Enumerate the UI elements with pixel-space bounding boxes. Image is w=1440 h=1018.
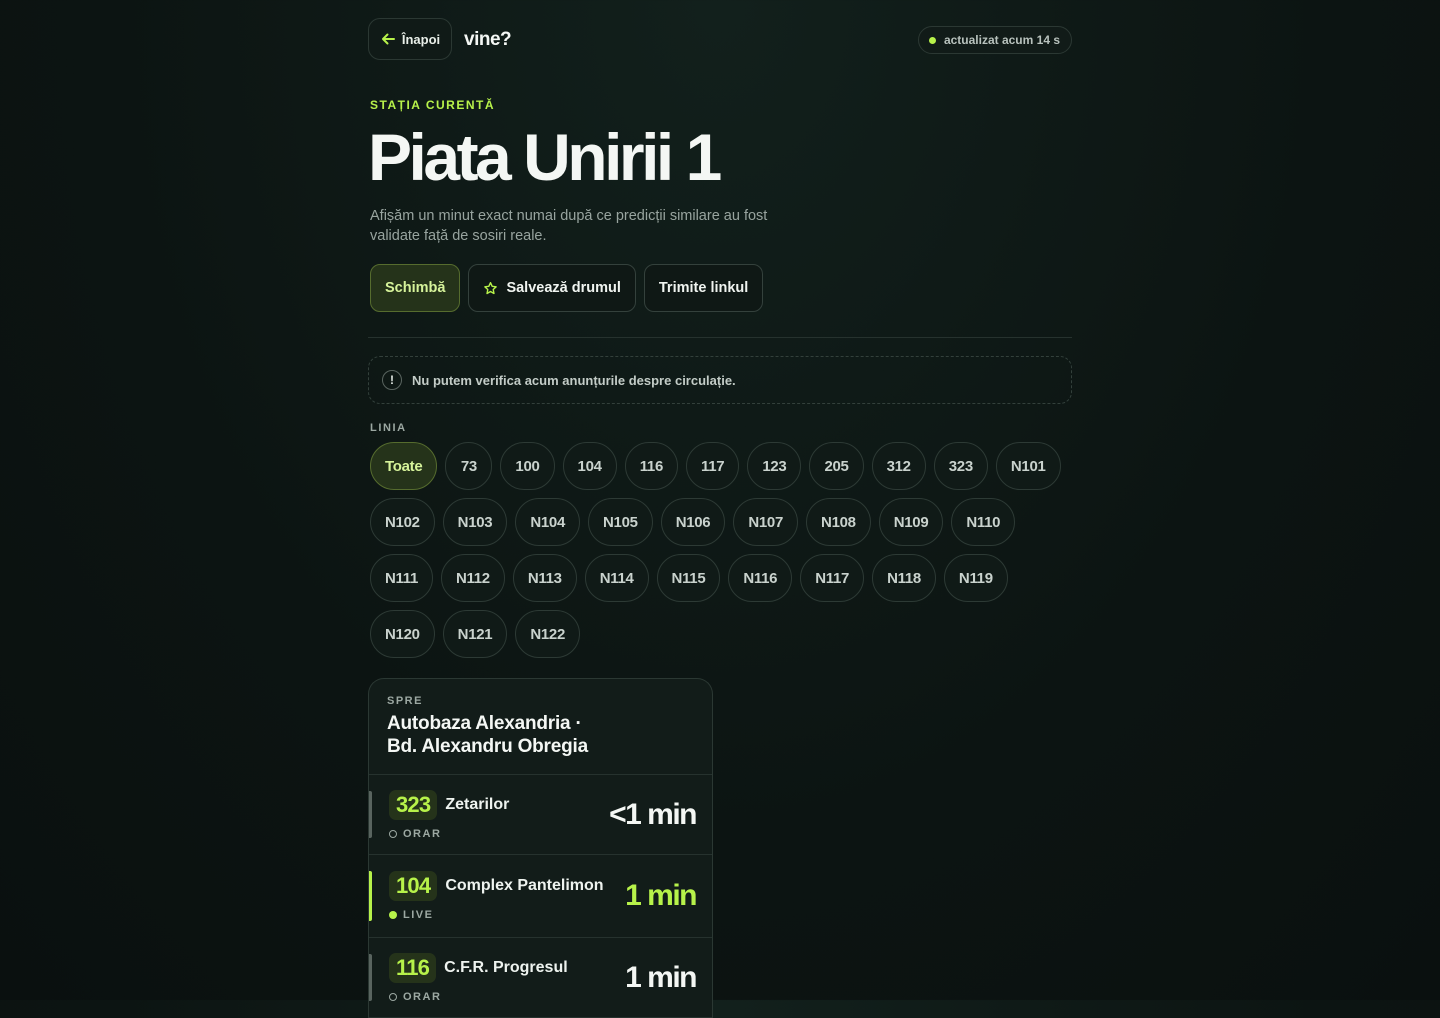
live-dot-icon bbox=[389, 911, 397, 919]
direction-eyebrow: SPRE bbox=[387, 695, 423, 707]
back-button[interactable]: Înapoi bbox=[368, 18, 452, 60]
station-description: Afișăm un minut exact numai după ce pred… bbox=[370, 208, 768, 244]
line-chip[interactable]: N108 bbox=[806, 498, 871, 546]
app-logo: vine? bbox=[464, 29, 512, 50]
share-link-button[interactable]: Trimite linkul bbox=[643, 264, 764, 312]
save-route-label: Salvează drumul bbox=[506, 280, 621, 296]
divider bbox=[368, 337, 1072, 338]
arrival-route: 104 Complex Pantelimon bbox=[389, 871, 604, 901]
line-chip[interactable]: N120 bbox=[370, 610, 435, 658]
direction-title: Autobaza Alexandria · Bd. Alexandru Obre… bbox=[387, 712, 694, 758]
star-icon bbox=[484, 281, 498, 294]
arrival-eta: 1 min bbox=[625, 879, 697, 912]
line-chip[interactable]: N112 bbox=[441, 554, 505, 602]
update-status-text: actualizat acum 14 s bbox=[943, 33, 1060, 47]
arrival-row[interactable]: 104 Complex Pantelimon LIVE 1 min bbox=[369, 855, 712, 938]
change-station-label: Schimbă bbox=[385, 280, 446, 296]
arrival-row[interactable]: 116 C.F.R. Progresul ORAR 1 min bbox=[369, 938, 712, 1018]
line-badge: 104 bbox=[389, 871, 438, 901]
line-chip[interactable]: N121 bbox=[442, 610, 508, 658]
line-chip[interactable]: N119 bbox=[943, 554, 1008, 602]
arrival-list: 323 Zetarilor ORAR <1 min 104 Complex Panteli… bbox=[369, 775, 712, 1018]
update-status-badge: actualizat acum 14 s bbox=[917, 26, 1072, 54]
arrivals-card: SPRE Autobaza Alexandria · Bd. Alexandru… bbox=[368, 678, 713, 1018]
line-chip[interactable]: N103 bbox=[442, 498, 508, 546]
change-station-button[interactable]: Schimbă bbox=[370, 264, 461, 312]
arrival-destination: Complex Pantelimon bbox=[445, 877, 604, 894]
line-badge: 323 bbox=[389, 789, 438, 820]
arrival-indicator-bar bbox=[369, 871, 372, 921]
page: Înapoi vine? actualizat acum 14 s STAȚIA… bbox=[368, 0, 1072, 1018]
line-chip[interactable]: 123 bbox=[747, 442, 802, 490]
arrival-source-label: LIVE bbox=[403, 909, 434, 921]
arrow-left-icon bbox=[381, 33, 395, 45]
arrival-info: 104 Complex Pantelimon LIVE bbox=[389, 871, 604, 921]
direction-title-line: Autobaza Alexandria · bbox=[387, 713, 582, 734]
line-chip[interactable]: 73 bbox=[445, 442, 493, 490]
share-link-label: Trimite linkul bbox=[658, 280, 749, 296]
line-chip[interactable]: N104 bbox=[515, 498, 581, 546]
line-chip[interactable]: N105 bbox=[588, 498, 653, 546]
service-notice: ! Nu putem verifica acum anunțurile desp… bbox=[368, 356, 1072, 404]
arrival-row[interactable]: 323 Zetarilor ORAR <1 min bbox=[369, 775, 712, 855]
line-chip[interactable]: N101 bbox=[995, 442, 1061, 490]
line-chip[interactable]: 205 bbox=[809, 442, 864, 490]
line-badge: 116 bbox=[389, 952, 437, 983]
arrival-route: 116 C.F.R. Progresul bbox=[389, 952, 568, 983]
line-chip[interactable]: N106 bbox=[660, 498, 726, 546]
arrival-indicator-bar bbox=[369, 791, 372, 838]
station-actions: Schimbă Salvează drumul Trimite linkul bbox=[370, 264, 1072, 312]
line-chip[interactable]: N107 bbox=[733, 498, 799, 546]
arrival-indicator-bar bbox=[369, 954, 372, 1001]
line-chip[interactable]: 323 bbox=[933, 442, 988, 490]
card-header: SPRE Autobaza Alexandria · Bd. Alexandru… bbox=[369, 679, 712, 775]
arrival-source: ORAR bbox=[389, 828, 509, 840]
arrival-route: 323 Zetarilor bbox=[389, 789, 510, 820]
station-title: Piata Unirii 1 bbox=[368, 120, 722, 194]
line-filter-chips: Toate 73 100 104 116 117 123 205 312 323 N101 N102 N… bbox=[370, 442, 1074, 658]
line-chip[interactable]: N109 bbox=[878, 498, 944, 546]
arrival-info: 116 C.F.R. Progresul ORAR bbox=[389, 952, 568, 1003]
line-chip[interactable]: N122 bbox=[515, 610, 581, 658]
line-chip[interactable]: N117 bbox=[800, 554, 865, 602]
arrival-destination: C.F.R. Progresul bbox=[444, 958, 568, 976]
line-chip[interactable]: N102 bbox=[370, 498, 435, 546]
line-chip[interactable]: N116 bbox=[728, 554, 793, 602]
schedule-ring-icon bbox=[389, 829, 397, 838]
arrival-info: 323 Zetarilor ORAR bbox=[389, 789, 510, 840]
line-chip[interactable]: Toate bbox=[370, 442, 438, 490]
save-route-button[interactable]: Salvează drumul bbox=[468, 264, 636, 312]
station-eyebrow: STAȚIA CURENTĂ bbox=[370, 98, 495, 112]
alert-icon: ! bbox=[382, 370, 402, 390]
arrival-source-label: ORAR bbox=[403, 990, 442, 1003]
line-chip[interactable]: N113 bbox=[512, 554, 577, 602]
line-chip[interactable]: N118 bbox=[872, 554, 936, 602]
top-bar: Înapoi vine? actualizat acum 14 s bbox=[368, 0, 1072, 88]
status-dot-icon bbox=[928, 36, 936, 44]
line-chip[interactable]: N114 bbox=[584, 554, 649, 602]
line-chip[interactable]: 100 bbox=[500, 442, 555, 490]
line-chip[interactable]: N110 bbox=[951, 498, 1016, 546]
line-chip[interactable]: N111 bbox=[370, 554, 434, 602]
arrival-source: ORAR bbox=[389, 991, 568, 1003]
arrival-source: LIVE bbox=[389, 909, 604, 921]
back-label: Înapoi bbox=[401, 31, 441, 47]
direction-title-line: Bd. Alexandru Obregia bbox=[387, 736, 588, 757]
line-chip[interactable]: N115 bbox=[656, 554, 721, 602]
arrival-source-label: ORAR bbox=[403, 827, 442, 840]
arrival-eta: <1 min bbox=[609, 797, 697, 831]
service-notice-text: Nu putem verifica acum anunțurile despre… bbox=[412, 372, 736, 388]
line-chip[interactable]: 104 bbox=[562, 442, 617, 490]
line-filter-label: LINIA bbox=[370, 422, 407, 434]
arrival-eta: 1 min bbox=[625, 960, 697, 994]
schedule-ring-icon bbox=[389, 992, 397, 1001]
line-chip[interactable]: 117 bbox=[686, 442, 740, 490]
line-chip[interactable]: 312 bbox=[871, 442, 926, 490]
arrival-destination: Zetarilor bbox=[445, 795, 510, 813]
line-chip[interactable]: 116 bbox=[624, 442, 678, 490]
